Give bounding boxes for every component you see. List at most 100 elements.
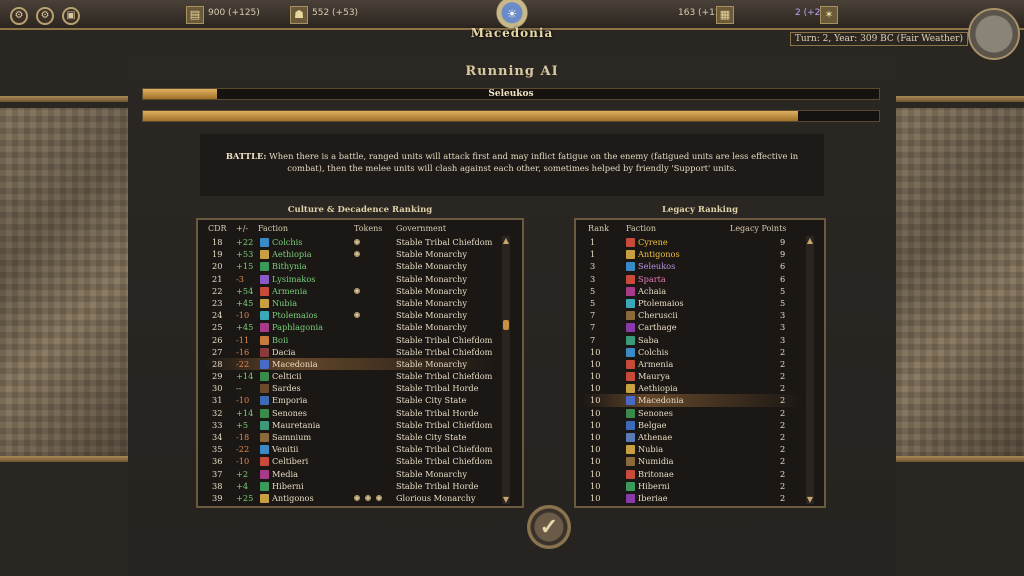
faction-icon [626, 274, 635, 284]
token-icon [354, 287, 360, 294]
gear-icon[interactable]: ⚙ [10, 7, 28, 25]
faction-icon [626, 493, 635, 503]
faction-icon [626, 445, 635, 455]
legacy-row[interactable]: 3 Seleukos 6 [582, 260, 804, 272]
cdr-change: +22 [236, 237, 254, 247]
glory-icon: ✶ [820, 6, 838, 24]
legacy-points: 2 [780, 480, 786, 491]
cdr-row[interactable]: 18 +22 Colchis Stable Tribal Chiefdom [204, 236, 500, 248]
col-tokens: Tokens [354, 224, 383, 233]
cdr-row[interactable]: 37 +2 Media Stable Monarchy [204, 468, 500, 480]
scroll-down-icon[interactable]: ▼ [805, 495, 815, 504]
legacy-row[interactable]: 7 Saba 3 [582, 334, 804, 346]
faction-icon [260, 347, 269, 357]
cdr-row[interactable]: 24 -10 Ptolemaios Stable Monarchy [204, 309, 500, 321]
legacy-row[interactable]: 10 Hiberni 2 [582, 480, 804, 492]
cdr-row[interactable]: 22 +54 Armenia Stable Monarchy [204, 285, 500, 297]
legacy-row[interactable]: 10 Nubia 2 [582, 443, 804, 455]
legacy-row[interactable]: 10 Senones 2 [582, 407, 804, 419]
scroll-thumb[interactable] [503, 320, 509, 330]
scroll-down-icon[interactable]: ▼ [501, 495, 511, 504]
government: Stable Monarchy [396, 297, 467, 308]
legacy-row[interactable]: 10 Macedonia 2 [582, 394, 804, 407]
legacy-row[interactable]: 10 Aethiopia 2 [582, 382, 804, 394]
cdr-row[interactable]: 26 -11 Boii Stable Tribal Chiefdom [204, 334, 500, 346]
cdr-row[interactable]: 36 -10 Celtiberi Stable Tribal Chiefdom [204, 455, 500, 467]
col-government: Government [396, 224, 447, 233]
legacy-row[interactable]: 10 Maurya 2 [582, 370, 804, 382]
faction-icon [260, 286, 269, 296]
faction-icon [260, 384, 269, 394]
rank-value: 7 [590, 334, 596, 345]
cdr-row[interactable]: 33 +5 Mauretania Stable Tribal Chiefdom [204, 419, 500, 431]
faction-name: Celticii [272, 371, 302, 382]
legacy-scrollbar[interactable]: ▲ ▼ [806, 236, 814, 504]
scroll-up-icon[interactable]: ▲ [805, 236, 815, 245]
legacy-row[interactable]: 3 Sparta 6 [582, 273, 804, 285]
population-icon: ☗ [290, 6, 308, 24]
legacy-row[interactable]: 10 Armenia 2 [582, 358, 804, 370]
legacy-row[interactable]: 10 Numidia 2 [582, 455, 804, 467]
overall-progress-fill [143, 111, 799, 121]
legacy-row[interactable]: 5 Achaia 5 [582, 285, 804, 297]
settings-icon[interactable]: ⚙ [36, 7, 54, 25]
cdr-row[interactable]: 20 +15 Bithynia Stable Monarchy [204, 260, 500, 272]
faction-name: Cheruscii [638, 310, 678, 321]
cdr-value: 31 [212, 395, 223, 406]
cdr-value: 22 [212, 285, 223, 296]
cdr-value: 24 [212, 310, 223, 321]
legacy-row[interactable]: 5 Ptolemaios 5 [582, 297, 804, 309]
cdr-value: 33 [212, 419, 223, 430]
cdr-row[interactable]: 23 +45 Nubia Stable Monarchy [204, 297, 500, 309]
scroll-up-icon[interactable]: ▲ [501, 236, 511, 245]
legacy-row[interactable]: 10 Britonae 2 [582, 468, 804, 480]
faction-icon [260, 250, 269, 260]
faction-name: Venitii [272, 444, 299, 455]
cdr-scrollbar[interactable]: ▲ ▼ [502, 236, 510, 504]
faction-name: Media [272, 468, 298, 479]
cdr-row[interactable]: 38 +4 Hiberni Stable Tribal Horde [204, 480, 500, 492]
col-legacy-points: Legacy Points [730, 224, 787, 233]
cdr-row[interactable]: 31 -10 Emporia Stable City State [204, 394, 500, 406]
legacy-row[interactable]: 7 Cheruscii 3 [582, 309, 804, 321]
cdr-row[interactable]: 29 +14 Celticii Stable Tribal Chiefdom [204, 370, 500, 382]
legacy-row[interactable]: 10 Athenae 2 [582, 431, 804, 443]
cdr-value: 30 [212, 383, 223, 394]
save-icon[interactable]: ▣ [62, 7, 80, 25]
legacy-row[interactable]: 1 Cyrene 9 [582, 236, 804, 248]
rank-value: 10 [590, 395, 601, 406]
cdr-row[interactable]: 34 -18 Samnium Stable City State [204, 431, 500, 443]
cdr-change: +15 [236, 261, 254, 272]
faction-name: Numidia [638, 456, 674, 467]
faction-icon [626, 372, 635, 382]
cdr-value: 37 [212, 468, 223, 479]
cdr-row[interactable]: 21 -3 Lysimakos Stable Monarchy [204, 273, 500, 285]
cdr-row[interactable]: 39 +25 Antigonos Glorious Monarchy [204, 492, 500, 504]
cdr-row[interactable]: 32 +14 Senones Stable Tribal Horde [204, 407, 500, 419]
cdr-row[interactable]: 19 +53 Aethiopia Stable Monarchy [204, 248, 500, 260]
minimap-button[interactable] [968, 8, 1020, 60]
cdr-change: +2 [236, 468, 249, 479]
cdr-change: +14 [236, 407, 254, 418]
legacy-rows: 1 Cyrene 9 1 Antigonos 9 3 Seleukos 6 3 Sparta 6 5 Ac… [582, 236, 804, 504]
cdr-row[interactable]: 25 +45 Paphlagonia Stable Monarchy [204, 321, 500, 333]
faction-name: Ptolemaios [638, 297, 684, 308]
faction-icon [260, 445, 269, 455]
legacy-row[interactable]: 7 Carthage 3 [582, 321, 804, 333]
legacy-row[interactable]: 10 Belgae 2 [582, 419, 804, 431]
rank-value: 10 [590, 456, 601, 467]
cdr-value: 39 [212, 492, 223, 503]
government: Stable Tribal Horde [396, 383, 479, 394]
legacy-row[interactable]: 10 Iberiae 2 [582, 492, 804, 504]
faction-name: Senones [638, 407, 673, 418]
cdr-row[interactable]: 35 -22 Venitii Stable Tribal Chiefdom [204, 443, 500, 455]
confirm-button[interactable]: ✓ [527, 505, 571, 549]
cdr-row[interactable]: 28 -22 Macedonia Stable Monarchy [204, 357, 500, 371]
legacy-points: 2 [780, 395, 786, 406]
legacy-row[interactable]: 10 Colchis 2 [582, 346, 804, 358]
cdr-row[interactable]: 27 -16 Dacia Stable Tribal Chiefdom [204, 346, 500, 358]
faction-icon [626, 335, 635, 345]
rank-value: 5 [590, 285, 596, 296]
cdr-row[interactable]: 30 -- Sardes Stable Tribal Horde [204, 382, 500, 394]
legacy-row[interactable]: 1 Antigonos 9 [582, 248, 804, 260]
